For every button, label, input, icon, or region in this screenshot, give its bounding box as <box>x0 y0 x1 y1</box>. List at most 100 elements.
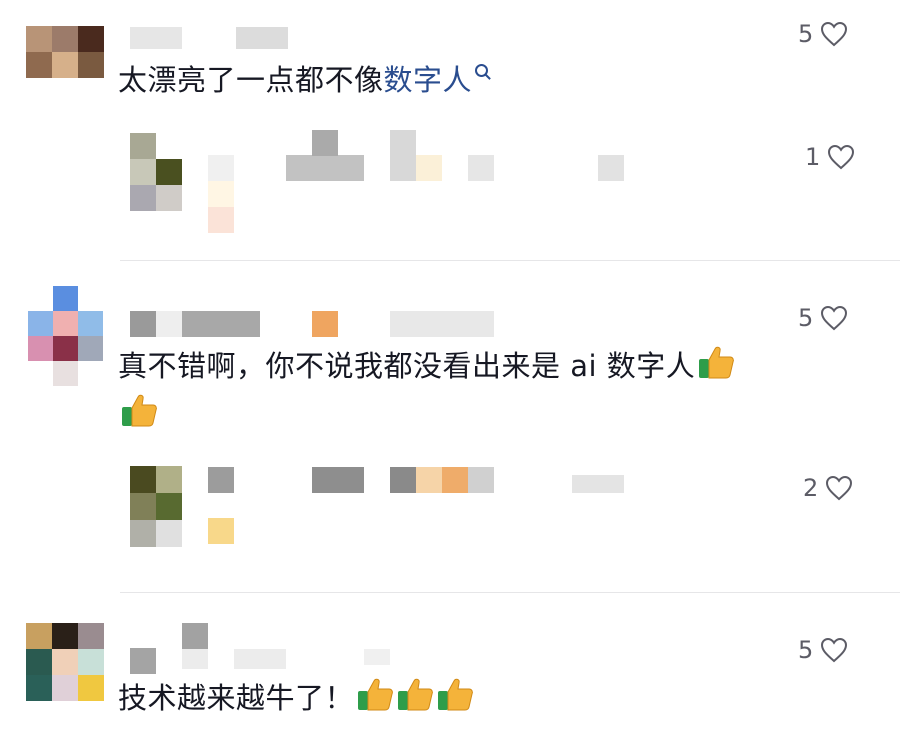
avatar-pixel <box>26 649 52 675</box>
comment-text: 技术越来越牛了！ <box>118 676 474 718</box>
divider <box>120 592 900 593</box>
like-count: 5 <box>798 636 814 664</box>
like-count: 5 <box>798 20 814 48</box>
reply-text-blurred <box>598 155 624 181</box>
avatar-pixel <box>156 466 182 493</box>
avatar-pixel <box>53 336 78 361</box>
reply-like-button[interactable]: 1 <box>805 143 856 171</box>
reply-text-blurred <box>208 207 234 233</box>
avatar-pixel <box>53 286 78 311</box>
avatar-pixel <box>130 185 156 211</box>
avatar-pixel <box>26 52 52 78</box>
username-blurred <box>182 311 260 337</box>
avatar-pixel <box>78 675 104 701</box>
heart-outline-icon <box>826 475 853 501</box>
avatar-pixel <box>78 336 103 361</box>
comment-text-line2 <box>118 392 158 434</box>
username-blurred <box>236 27 288 49</box>
username-blurred[interactable] <box>130 27 182 49</box>
avatar-pixel <box>78 649 104 675</box>
reply-text-blurred <box>468 155 494 181</box>
heart-outline-icon <box>821 21 848 47</box>
avatar-pixel <box>156 520 182 547</box>
reply-text-blurred <box>468 467 494 493</box>
username-blurred <box>364 649 390 665</box>
avatar-pixel <box>78 623 104 649</box>
username-blurred <box>390 311 494 337</box>
thumbs-up-emoji <box>398 678 433 711</box>
thumbs-up-emoji <box>358 678 393 711</box>
reply-text-blurred <box>390 130 416 181</box>
avatar-pixel <box>28 311 53 336</box>
avatar-pixel <box>52 26 78 52</box>
avatar-pixel <box>130 133 156 159</box>
avatar-pixel <box>130 466 156 493</box>
avatar-pixel <box>26 675 52 701</box>
reply-text-blurred <box>416 467 442 493</box>
like-count: 2 <box>803 474 819 502</box>
keyword-link[interactable]: 数字人 <box>384 63 473 97</box>
reply-text-blurred <box>572 475 624 493</box>
avatar-pixel <box>156 133 182 159</box>
avatar-pixel <box>53 361 78 386</box>
reply-username-blurred <box>312 130 338 156</box>
heart-outline-icon <box>828 144 855 170</box>
avatar[interactable] <box>26 623 104 701</box>
reply-like-button[interactable]: 2 <box>803 474 854 502</box>
avatar[interactable] <box>26 26 104 78</box>
search-icon[interactable] <box>475 64 489 77</box>
avatar-pixel <box>52 649 78 675</box>
avatar-pixel <box>78 26 104 52</box>
username-blurred[interactable] <box>130 311 156 337</box>
avatar-pixel <box>130 159 156 185</box>
like-button[interactable]: 5 <box>798 636 849 664</box>
heart-outline-icon <box>821 305 848 331</box>
avatar-pixel <box>26 623 52 649</box>
avatar-pixel <box>28 336 53 361</box>
reply-text-blurred <box>390 467 416 493</box>
reply-avatar[interactable] <box>130 466 182 547</box>
thumbs-up-emoji <box>438 678 473 711</box>
reply-username-blurred <box>208 467 234 493</box>
reply-text-blurred <box>312 467 364 493</box>
avatar[interactable] <box>28 286 103 386</box>
like-count: 5 <box>798 304 814 332</box>
username-blurred <box>234 649 286 669</box>
avatar-pixel <box>156 185 182 211</box>
reply-text-blurred <box>442 467 468 493</box>
avatar-pixel <box>130 493 156 520</box>
avatar-pixel <box>78 52 104 78</box>
like-button[interactable]: 5 <box>798 20 849 48</box>
avatar-pixel <box>52 623 78 649</box>
reply-text-blurred <box>416 155 442 181</box>
comment-text: 太漂亮了一点都不像数字人 <box>118 60 489 100</box>
avatar-pixel <box>78 361 103 386</box>
avatar-pixel <box>130 520 156 547</box>
reply-text-blurred <box>208 181 234 207</box>
username-blurred <box>182 623 208 649</box>
avatar-pixel <box>52 675 78 701</box>
avatar-pixel <box>156 159 182 185</box>
reply-username-blurred <box>208 155 234 181</box>
reply-text-blurred <box>208 518 234 544</box>
avatar-pixel <box>78 311 103 336</box>
divider <box>120 260 900 261</box>
thumbs-up-emoji <box>699 346 735 379</box>
avatar-pixel <box>52 52 78 78</box>
reply-username-blurred <box>286 155 364 181</box>
comment-text: 真不错啊，你不说我都没看出来是 ai 数字人 <box>118 344 735 386</box>
username-blurred <box>156 311 182 337</box>
like-button[interactable]: 5 <box>798 304 849 332</box>
avatar-pixel <box>53 311 78 336</box>
like-count: 1 <box>805 143 821 171</box>
avatar-pixel <box>26 26 52 52</box>
avatar-pixel <box>28 361 53 386</box>
reply-avatar[interactable] <box>130 133 182 211</box>
username-blurred <box>182 649 208 669</box>
avatar-pixel <box>78 286 103 311</box>
avatar-pixel <box>156 493 182 520</box>
username-blurred <box>312 311 338 337</box>
username-blurred[interactable] <box>130 648 156 674</box>
thumbs-up-emoji <box>122 394 157 427</box>
heart-outline-icon <box>821 637 848 663</box>
